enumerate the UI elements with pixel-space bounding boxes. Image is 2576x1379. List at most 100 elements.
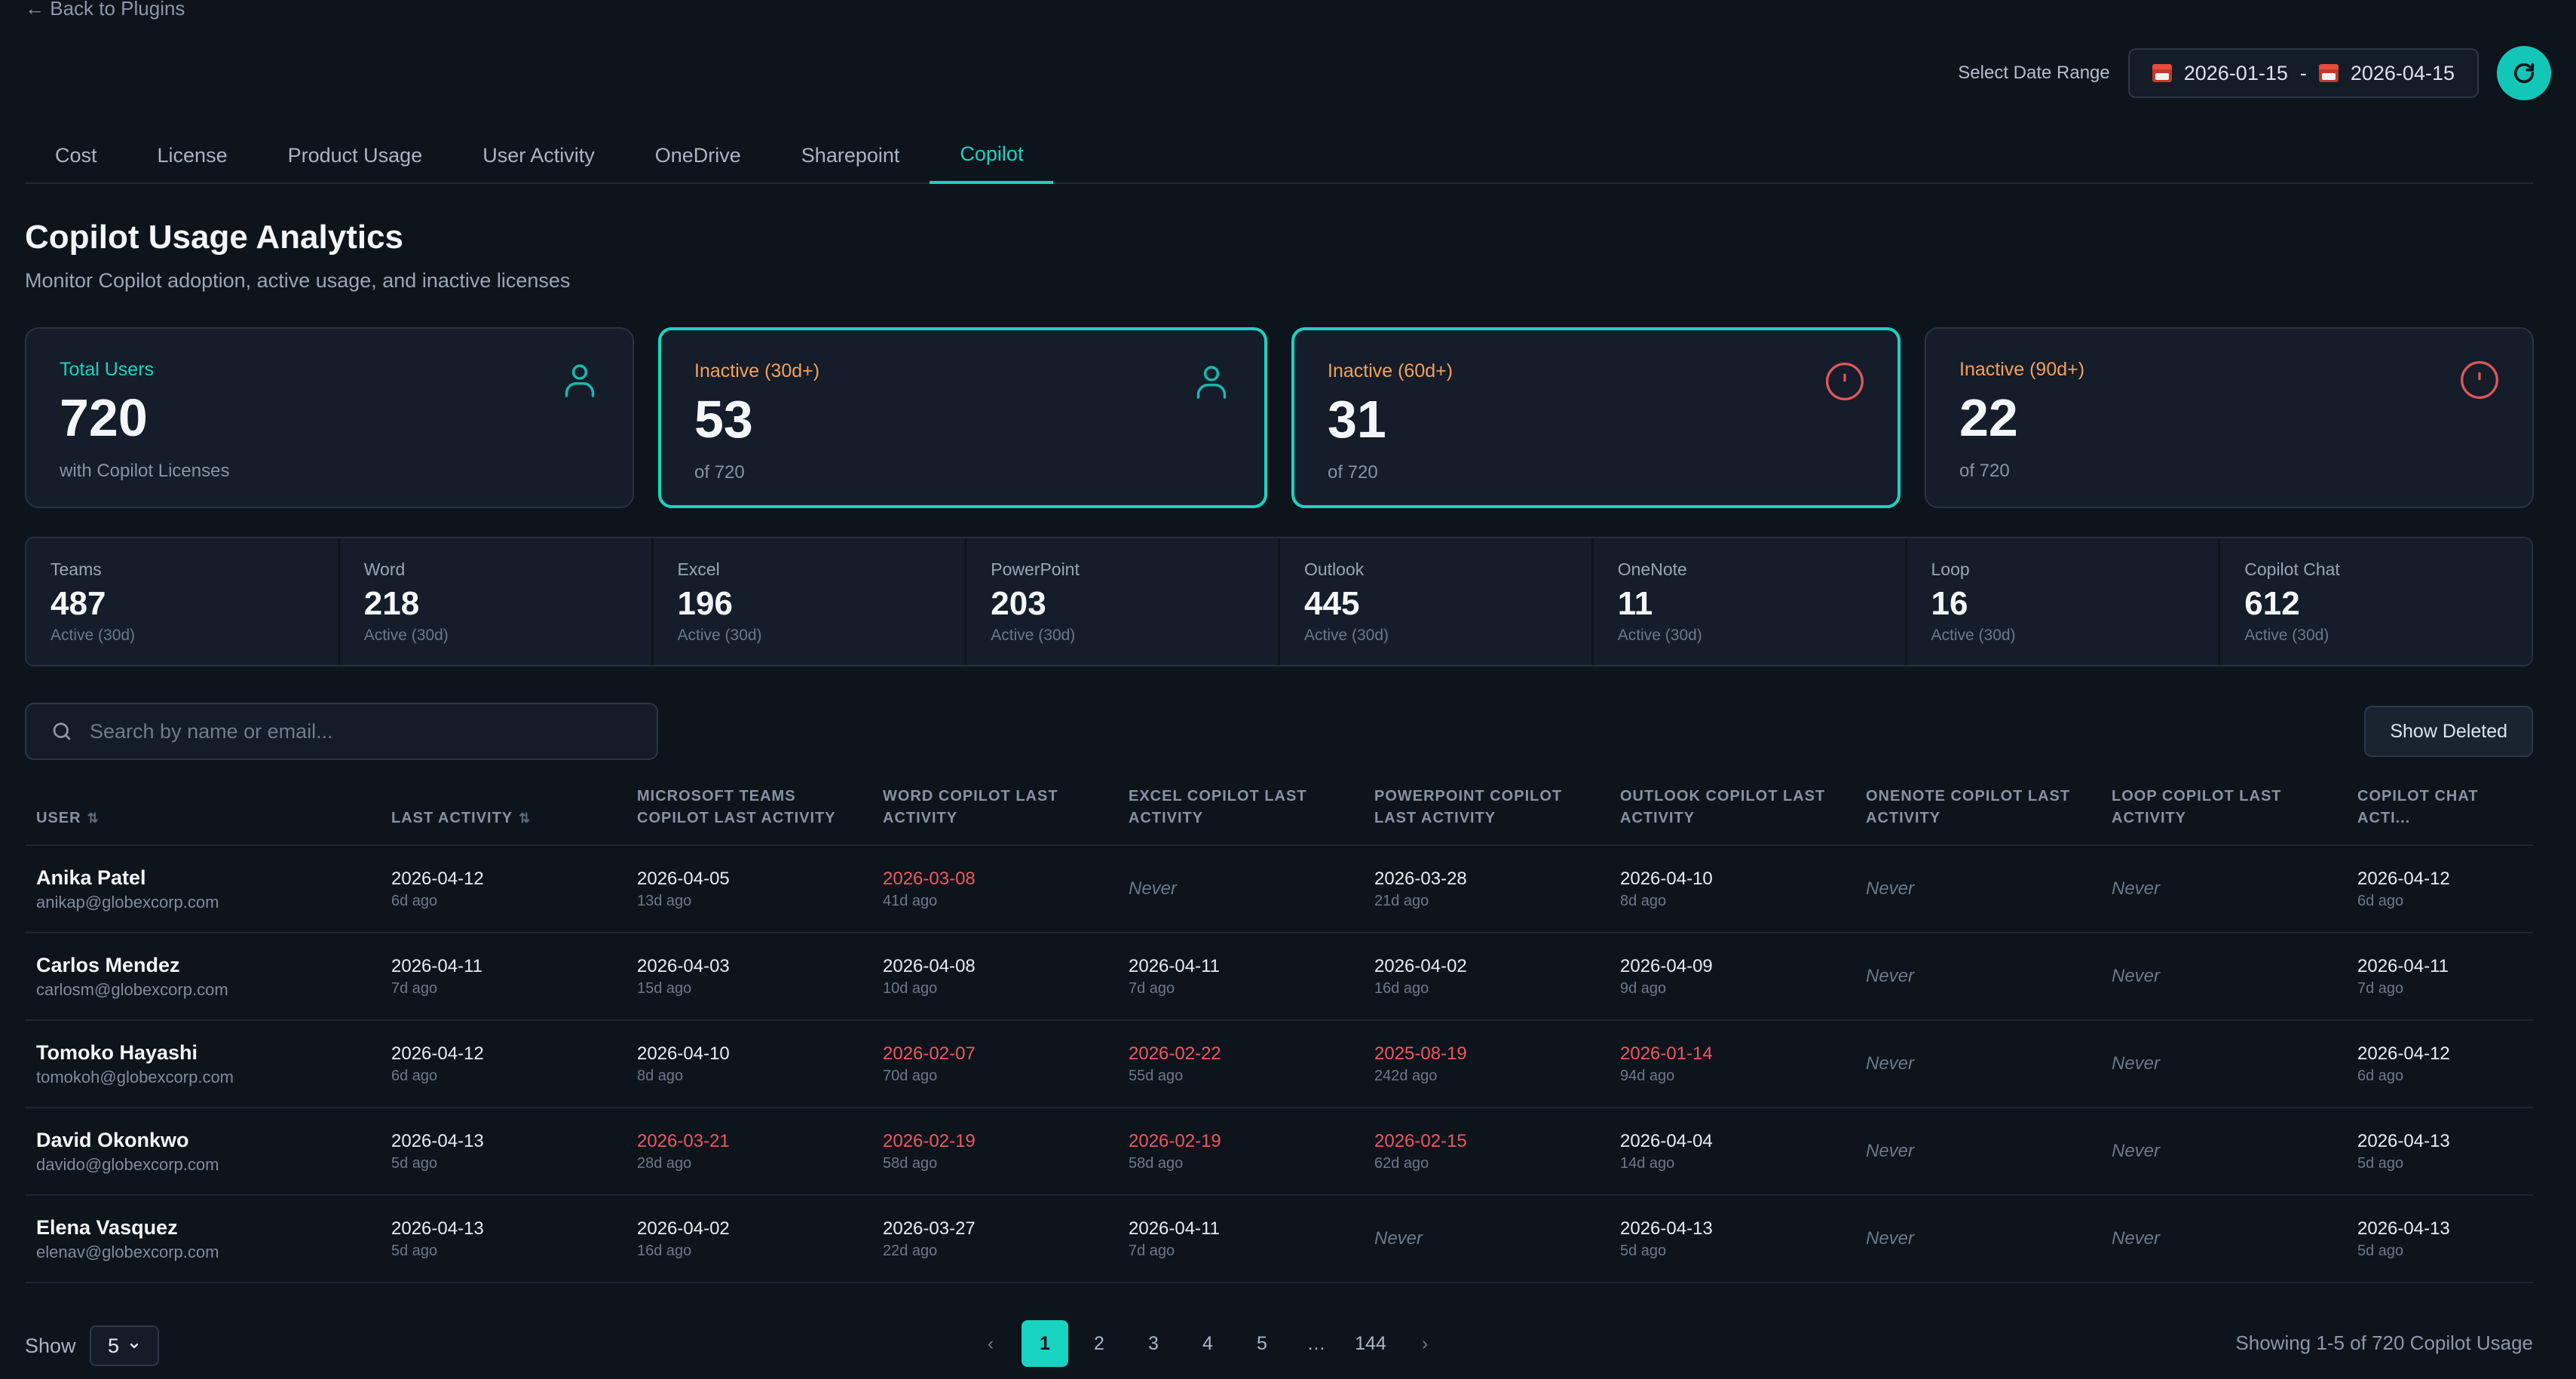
user-email: davido@globexcorp.com bbox=[36, 1154, 219, 1174]
column-header-label: Microsoft Teams Copilot Last Activity bbox=[637, 788, 836, 826]
never-label: Never bbox=[2112, 966, 2161, 986]
relative-time: 41d ago bbox=[883, 892, 938, 909]
activity-cell: 2025-08-19 242d ago bbox=[1363, 1020, 1609, 1108]
pagination-ellipsis: … bbox=[1306, 1332, 1326, 1354]
tab-cost[interactable]: Cost bbox=[25, 127, 127, 184]
page-button-1[interactable]: 1 bbox=[1022, 1320, 1068, 1367]
activity-cell: 2026-04-02 16d ago bbox=[626, 1195, 871, 1283]
relative-time: 21d ago bbox=[1374, 892, 1429, 909]
activity-date: 2026-03-08 bbox=[883, 868, 976, 889]
activity-cell: 2026-04-11 7d ago bbox=[2346, 933, 2533, 1021]
sort-icon[interactable]: ⇅ bbox=[519, 811, 531, 826]
activity-cell: 2026-04-05 13d ago bbox=[626, 845, 871, 933]
relative-time: 8d ago bbox=[1620, 892, 1667, 909]
relative-time: 70d ago bbox=[883, 1067, 938, 1084]
app-stat-loop: Loop 16 Active (30d) bbox=[1907, 538, 2221, 665]
end-date[interactable]: 2026-04-15 bbox=[2351, 62, 2455, 85]
app-name: Outlook bbox=[1304, 559, 1365, 579]
table-header-row: User ⇅ Last Activity ⇅ Microsoft Teams Copil… bbox=[25, 777, 2533, 846]
stat-value: 22 bbox=[1959, 388, 2018, 447]
activity-cell: Never bbox=[2100, 933, 2346, 1021]
never-label: Never bbox=[1866, 1053, 1915, 1074]
relative-time: 58d ago bbox=[1129, 1154, 1184, 1172]
tab-license[interactable]: License bbox=[127, 127, 258, 184]
next-page-button[interactable]: › bbox=[1401, 1320, 1448, 1367]
start-date[interactable]: 2026-01-15 bbox=[2184, 62, 2288, 85]
never-label: Never bbox=[1374, 1228, 1423, 1249]
tab-sharepoint[interactable]: Sharepoint bbox=[771, 127, 930, 184]
table-row[interactable]: Elena Vasquez elenav@globexcorp.com 2026-0… bbox=[25, 1195, 2533, 1283]
relative-time: 28d ago bbox=[637, 1154, 692, 1172]
user-email: tomokoh@globexcorp.com bbox=[36, 1067, 234, 1086]
table-row[interactable]: David Okonkwo davido@globexcorp.com 2026-0… bbox=[25, 1108, 2533, 1196]
activity-cell: 2026-04-02 16d ago bbox=[1363, 933, 1609, 1021]
relative-time: 62d ago bbox=[1374, 1154, 1429, 1172]
page-size-select[interactable]: 5 bbox=[89, 1325, 159, 1366]
page-subtitle: Monitor Copilot adoption, active usage, … bbox=[25, 269, 571, 292]
user-email: carlosm@globexcorp.com bbox=[36, 979, 228, 999]
activity-date: 2026-04-13 bbox=[1620, 1218, 1713, 1239]
refresh-button[interactable] bbox=[2497, 46, 2551, 100]
activity-cell: 2026-04-03 15d ago bbox=[626, 933, 871, 1021]
activity-date: 2026-04-03 bbox=[637, 955, 730, 976]
relative-time: 5d ago bbox=[1620, 1242, 1667, 1259]
app-stat-outlook: Outlook 445 Active (30d) bbox=[1280, 538, 1594, 665]
column-header-user[interactable]: User ⇅ bbox=[25, 777, 380, 846]
app-name: Excel bbox=[677, 559, 720, 579]
activity-date: 2026-02-07 bbox=[883, 1043, 976, 1064]
activity-cell: 2026-02-19 58d ago bbox=[871, 1108, 1117, 1196]
alert-circle-icon bbox=[1824, 360, 1866, 403]
activity-date: 2026-04-11 bbox=[1129, 1218, 1220, 1239]
activity-cell: 2026-02-22 55d ago bbox=[1117, 1020, 1363, 1108]
user-icon bbox=[1190, 360, 1233, 403]
page-button-2[interactable]: 2 bbox=[1076, 1320, 1123, 1367]
show-deleted-button[interactable]: Show Deleted bbox=[2364, 706, 2533, 757]
page-button-144[interactable]: 144 bbox=[1347, 1320, 1394, 1367]
app-active-label: Active (30d) bbox=[51, 627, 136, 645]
never-label: Never bbox=[2112, 878, 2161, 899]
page-button-5[interactable]: 5 bbox=[1239, 1320, 1285, 1367]
stat-subtext: of 720 bbox=[1328, 462, 1378, 483]
back-to-plugins-link[interactable]: ← Back to Plugins bbox=[25, 0, 185, 20]
stat-value: 31 bbox=[1328, 390, 1386, 449]
activity-cell: 2026-01-14 94d ago bbox=[1609, 1020, 1855, 1108]
table-row[interactable]: Carlos Mendez carlosm@globexcorp.com 2026-… bbox=[25, 933, 2533, 1021]
activity-cell: Never bbox=[1117, 845, 1363, 933]
relative-time: 22d ago bbox=[883, 1242, 938, 1259]
page-button-3[interactable]: 3 bbox=[1130, 1320, 1177, 1367]
stat-label: Inactive (60d+) bbox=[1328, 360, 1453, 382]
tab-copilot[interactable]: Copilot bbox=[930, 127, 1054, 184]
app-active-count: 196 bbox=[677, 585, 733, 622]
never-label: Never bbox=[2112, 1228, 2161, 1249]
activity-date: 2026-03-28 bbox=[1374, 868, 1467, 889]
column-header-label: Copilot Chat Acti... bbox=[2357, 788, 2479, 826]
showing-count: Showing 1-5 of 720 Copilot Usage bbox=[2235, 1332, 2533, 1354]
activity-cell: Never bbox=[2100, 1195, 2346, 1283]
column-header-label: Loop Copilot Last Activity bbox=[2112, 788, 2282, 826]
prev-page-button[interactable]: ‹ bbox=[967, 1320, 1014, 1367]
sort-icon[interactable]: ⇅ bbox=[87, 811, 100, 826]
app-name: Copilot Chat bbox=[2244, 559, 2340, 579]
page-title: Copilot Usage Analytics bbox=[25, 219, 404, 256]
date-range-input[interactable]: 2026-01-15 - 2026-04-15 bbox=[2127, 48, 2479, 98]
activity-date: 2026-02-19 bbox=[1129, 1130, 1221, 1151]
activity-cell: 2026-04-12 6d ago bbox=[2346, 845, 2533, 933]
activity-date: 2026-03-21 bbox=[637, 1130, 730, 1151]
page-button-4[interactable]: 4 bbox=[1184, 1320, 1231, 1367]
tab-onedrive[interactable]: OneDrive bbox=[625, 127, 771, 184]
column-header-label: Word Copilot Last Activity bbox=[883, 788, 1058, 826]
relative-time: 15d ago bbox=[637, 979, 692, 997]
pagination: ‹ 1 2 3 4 5 … 144 › bbox=[967, 1319, 1448, 1368]
table-row[interactable]: Tomoko Hayashi tomokoh@globexcorp.com 2026… bbox=[25, 1020, 2533, 1108]
column-header-label: Last Activity bbox=[391, 810, 513, 826]
activity-date: 2026-04-13 bbox=[391, 1130, 484, 1151]
app-stat-excel: Excel 196 Active (30d) bbox=[653, 538, 967, 665]
search-input[interactable] bbox=[90, 719, 617, 743]
tab-user-activity[interactable]: User Activity bbox=[452, 127, 625, 184]
tab-product-usage[interactable]: Product Usage bbox=[258, 127, 453, 184]
app-stat-copilot-chat: Copilot Chat 612 Active (30d) bbox=[2220, 538, 2532, 665]
column-header-last-activity[interactable]: Last Activity ⇅ bbox=[380, 777, 626, 846]
activity-date: 2026-04-04 bbox=[1620, 1130, 1713, 1151]
search-box[interactable] bbox=[25, 703, 658, 760]
table-row[interactable]: Anika Patel anikap@globexcorp.com 2026-04-… bbox=[25, 845, 2533, 933]
